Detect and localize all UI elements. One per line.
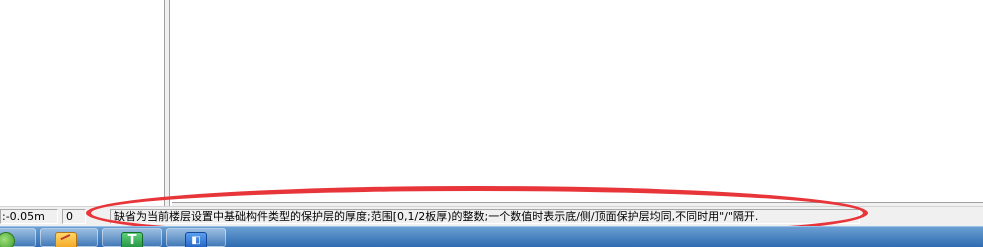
status-bar: :-0.05m 0 缺省为当前楼层设置中基础构件类型的保护层的厚度;范围[0,1… bbox=[0, 206, 983, 226]
taskbar-button-3[interactable]: T bbox=[102, 228, 162, 247]
status-value: 0 bbox=[62, 209, 86, 224]
status-elevation: :-0.05m bbox=[0, 209, 58, 224]
vertical-splitter[interactable] bbox=[164, 0, 170, 206]
status-message: 缺省为当前楼层设置中基础构件类型的保护层的厚度;范围[0,1/2板厚)的整数;一… bbox=[110, 209, 860, 224]
main-panel bbox=[172, 0, 983, 203]
app-green-circle-icon bbox=[0, 232, 15, 247]
taskbar: T ◧ bbox=[0, 226, 983, 247]
taskbar-button-1[interactable] bbox=[0, 228, 36, 247]
blue-app-icon: ◧ bbox=[185, 232, 207, 247]
notes-icon bbox=[55, 232, 77, 247]
app-window: :-0.05m 0 缺省为当前楼层设置中基础构件类型的保护层的厚度;范围[0,1… bbox=[0, 0, 983, 247]
taskbar-button-2[interactable] bbox=[40, 228, 98, 247]
t-app-icon: T bbox=[121, 232, 143, 247]
left-panel bbox=[0, 0, 164, 206]
taskbar-button-4[interactable]: ◧ bbox=[166, 228, 226, 247]
